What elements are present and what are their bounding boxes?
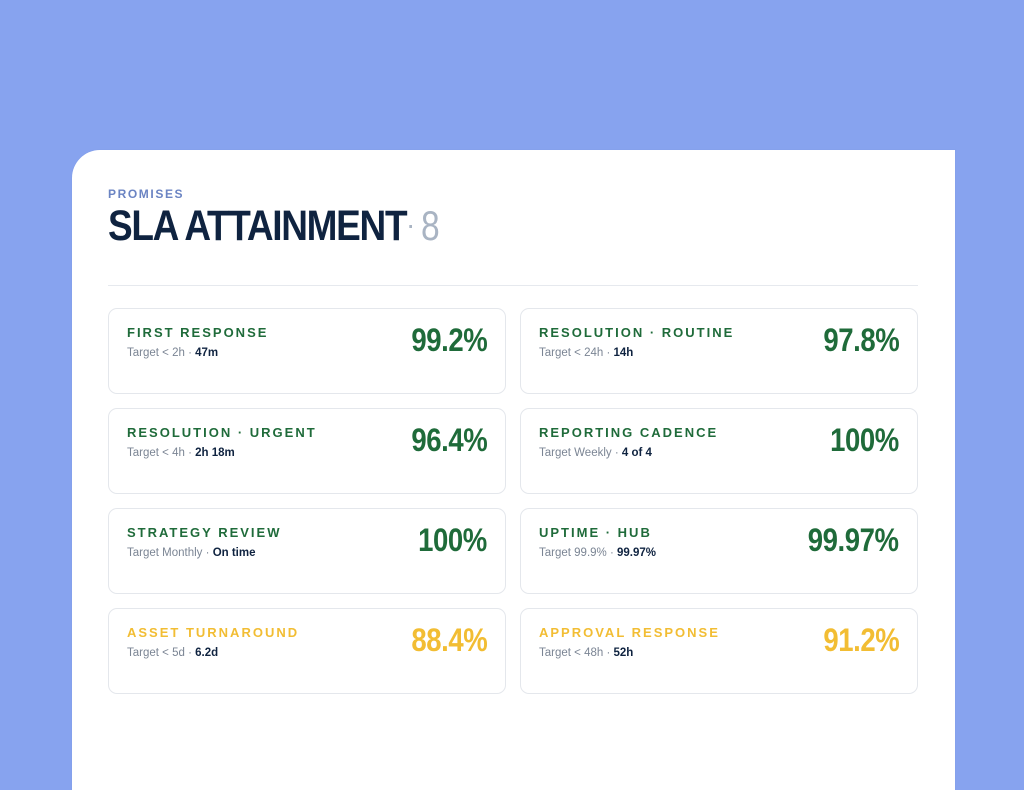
actual-value: 99.97% — [617, 547, 657, 559]
metric-percentage: 100% — [418, 522, 487, 558]
metric-count: 8 — [421, 202, 441, 249]
dot-separator: · — [188, 347, 192, 359]
target-text: Target Monthly — [127, 547, 203, 559]
metric-card: FIRST RESPONSE Target < 2h · 47m 99.2% — [108, 308, 506, 394]
sla-card: PROMISES SLA ATTAINMENT · 8 FIRST RESPON… — [72, 150, 955, 790]
actual-value: 52h — [613, 647, 634, 659]
dot-separator: · — [188, 647, 192, 659]
metric-percentage: 100% — [830, 422, 899, 458]
actual-value: 14h — [613, 347, 634, 359]
metric-target: Target < 2h · 47m — [127, 347, 218, 359]
divider — [108, 285, 918, 286]
metric-card: ASSET TURNAROUND Target < 5d · 6.2d 88.4… — [108, 608, 506, 694]
metric-target: Target < 24h · 14h — [539, 347, 633, 359]
title-separator: · — [406, 209, 416, 240]
metric-target: Target Monthly · On time — [127, 547, 256, 559]
page-title: SLA ATTAINMENT — [108, 202, 408, 250]
metrics-grid: FIRST RESPONSE Target < 2h · 47m 99.2% R… — [108, 308, 918, 694]
dot-separator: · — [188, 447, 192, 459]
title-row: SLA ATTAINMENT · 8 — [108, 202, 445, 251]
metric-name: FIRST RESPONSE — [127, 325, 269, 340]
metric-percentage: 97.8% — [823, 322, 899, 358]
metric-name: REPORTING CADENCE — [539, 425, 719, 440]
metric-name: ASSET TURNAROUND — [127, 625, 300, 640]
dot-separator: · — [606, 347, 611, 359]
actual-value: 4 of 4 — [621, 447, 652, 459]
dot-separator: · — [614, 447, 619, 459]
target-text: Target < 48h — [539, 647, 604, 659]
metric-target: Target Weekly · 4 of 4 — [539, 447, 652, 459]
metric-card: APPROVAL RESPONSE Target < 48h · 52h 91.… — [520, 608, 918, 694]
target-text: Target Weekly — [539, 447, 612, 459]
metric-target: Target 99.9% · 99.97% — [539, 547, 656, 559]
metric-card: RESOLUTION · ROUTINE Target < 24h · 14h … — [520, 308, 918, 394]
target-text: Target < 4h — [127, 447, 185, 459]
metric-name: UPTIME · HUB — [539, 525, 652, 540]
metric-name: STRATEGY REVIEW — [127, 525, 282, 540]
metric-target: Target < 5d · 6.2d — [127, 647, 218, 659]
dot-separator: · — [205, 547, 210, 559]
metric-name: RESOLUTION · URGENT — [127, 425, 317, 440]
metric-percentage: 96.4% — [411, 422, 487, 458]
metric-card: REPORTING CADENCE Target Weekly · 4 of 4… — [520, 408, 918, 494]
metric-card: UPTIME · HUB Target 99.9% · 99.97% 99.97… — [520, 508, 918, 594]
metric-name: APPROVAL RESPONSE — [539, 625, 720, 640]
metric-percentage: 99.2% — [411, 322, 487, 358]
section-eyebrow: PROMISES — [108, 187, 185, 201]
metric-name: RESOLUTION · ROUTINE — [539, 325, 735, 340]
metric-percentage: 88.4% — [411, 622, 487, 658]
metric-percentage: 91.2% — [823, 622, 899, 658]
target-text: Target < 5d — [127, 647, 185, 659]
metric-target: Target < 4h · 2h 18m — [127, 447, 235, 459]
actual-value: 2h 18m — [195, 447, 235, 459]
metric-percentage: 99.97% — [808, 522, 899, 558]
target-text: Target < 24h — [539, 347, 604, 359]
actual-value: On time — [212, 547, 256, 559]
actual-value: 6.2d — [195, 647, 219, 659]
metric-card: RESOLUTION · URGENT Target < 4h · 2h 18m… — [108, 408, 506, 494]
dot-separator: · — [606, 647, 611, 659]
dot-separator: · — [609, 547, 614, 559]
metric-card: STRATEGY REVIEW Target Monthly · On time… — [108, 508, 506, 594]
metric-target: Target < 48h · 52h — [539, 647, 633, 659]
actual-value: 47m — [195, 347, 219, 359]
target-text: Target 99.9% — [539, 547, 607, 559]
target-text: Target < 2h — [127, 347, 185, 359]
